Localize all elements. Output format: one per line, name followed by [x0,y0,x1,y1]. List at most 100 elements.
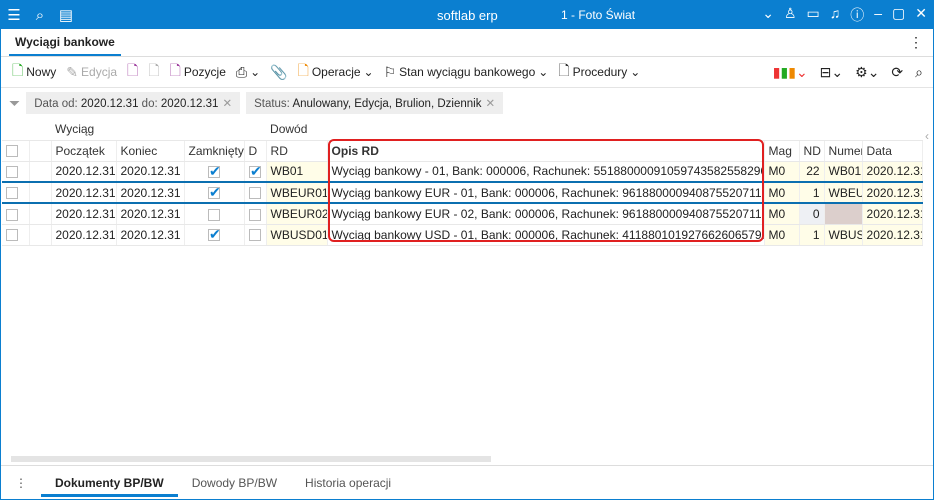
chart-icon[interactable]: ▮▮▮⌄ [773,64,808,81]
row-checkbox[interactable] [6,187,18,200]
remove-filter-icon[interactable]: ✕ [485,98,495,110]
date-label: Data [34,98,59,110]
date-from: 2020.12.31 [80,98,139,110]
date-to: 2020.12.31 [160,98,219,110]
table-row[interactable]: 2020.12.31 2020.12.31 WB01 Wyciąg bankow… [2,161,923,183]
filter-chip-status[interactable]: Status: Anulowany, Edycja, Brulion, Dzie… [246,92,504,114]
remove-filter-icon[interactable]: ✕ [222,98,232,110]
search-filter-icon[interactable]: ⌕ [915,64,923,81]
filter-bar: ⏷ Data od: 2020.12.31 do: 2020.12.31 ✕ St… [1,88,933,118]
print-button[interactable]: ⎙ ⌄ [233,64,263,81]
edit-icon: ✎ [66,63,79,80]
positions-icon: 🗋 [169,62,181,78]
col-data[interactable]: Data [862,140,923,162]
horizontal-scrollbar[interactable] [11,456,491,462]
search-icon[interactable]: ⌕ [27,7,53,24]
bank-statements-table: Wyciąg Dowód Początek Koniec Zamknięty D … [2,119,923,246]
status-button[interactable]: ⚐ Stan wyciągu bankowego ⌄ [381,64,552,81]
cell-nd: 22 [799,161,825,183]
info-button[interactable]: 🗋 [124,60,141,84]
d-checkbox[interactable] [249,187,262,200]
col-rd[interactable]: RD [266,140,328,162]
col-nd[interactable]: ND [799,140,825,162]
col-koniec[interactable]: Koniec [116,140,185,162]
new-button[interactable]: 🗋 Nowy [9,60,59,84]
row-checkbox[interactable] [6,166,18,179]
delete-button[interactable]: 🗋 [145,60,162,84]
edit-button[interactable]: ✎ Edycja [63,64,120,81]
news-icon[interactable]: ▤ [53,6,79,24]
table-row[interactable]: 2020.12.31 2020.12.31 WBEUR01 Wyciąg ban… [2,181,923,204]
closed-checkbox[interactable] [208,184,221,201]
d-checkbox[interactable] [249,229,262,242]
cell-number: WBUSD [824,224,863,246]
col-poczatek[interactable]: Początek [51,140,117,162]
document-info-icon: 🗋 [127,62,139,78]
cell-mag: M0 [764,224,800,246]
menu-icon[interactable]: ☰ [1,6,27,24]
cell-date: 2020.12.31 [862,181,923,204]
paperclip-icon: 📎 [270,63,288,80]
cell-desc: Wyciąg bankowy EUR - 01, Bank: 000006, R… [327,181,765,204]
col-numer[interactable]: Numer [824,140,863,162]
row-checkbox[interactable] [6,208,18,221]
bottom-tabs: ⋮ Dokumenty BP/BW Dowody BP/BW Historia … [1,469,933,499]
cell-end: 2020.12.31 [116,203,185,225]
group-dowod: Dowód [266,119,923,141]
positions-label: Pozycje [183,65,226,79]
tab-historia[interactable]: Historia operacji [291,469,405,499]
cell-start: 2020.12.31 [51,161,117,183]
cell-end: 2020.12.31 [116,224,185,246]
help-icon[interactable]: ⓘ [850,5,864,25]
closed-checkbox[interactable] [208,208,220,221]
tab-dowody[interactable]: Dowody BP/BW [178,469,291,499]
operations-button[interactable]: 🗋 Operacje ⌄ [295,60,377,84]
close-icon[interactable]: ✕ [915,5,927,25]
user-icon[interactable]: ♙ [784,5,797,25]
new-document-icon: 🗋 [12,62,24,78]
message-icon[interactable]: ▭ [807,5,820,25]
minimize-icon[interactable]: – [874,5,882,25]
chevron-down-icon[interactable]: ⌄ [762,5,774,25]
company-selector[interactable]: 1 - Foto Świat [561,8,635,22]
collapse-panel-icon[interactable]: ‹ [925,129,929,143]
table-row[interactable]: 2020.12.31 2020.12.31 WBEUR02 Wyciąg ban… [2,203,923,225]
cell-end: 2020.12.31 [116,181,185,204]
col-zamkniety[interactable]: Zamknięty [184,140,245,162]
cell-rd: WBUSD01 [266,224,328,246]
tab-wyciagi-bankowe[interactable]: Wyciągi bankowe [9,35,121,56]
cell-rd: WBEUR02 [266,203,328,225]
filter-icon[interactable]: ⏷ [9,95,20,112]
d-checkbox[interactable] [249,208,262,221]
cell-date: 2020.12.31 [862,224,923,246]
procedures-button[interactable]: 🗋 Procedury ⌄ [555,60,643,84]
refresh-icon[interactable]: ⟳ [891,64,903,81]
select-all-checkbox[interactable] [6,145,18,158]
cell-end: 2020.12.31 [116,161,185,183]
bottom-menu-icon[interactable]: ⋮ [1,469,41,499]
table-row[interactable]: 2020.12.31 2020.12.31 WBUSD01 Wyciąg ban… [2,224,923,246]
settings-icon[interactable]: ⚙⌄ [855,64,879,81]
col-d[interactable]: D [244,140,267,162]
tab-dokumenty[interactable]: Dokumenty BP/BW [41,469,178,499]
new-label: Nowy [26,65,57,79]
layout-icon[interactable]: ⊟⌄ [820,64,843,81]
cell-start: 2020.12.31 [51,224,117,246]
cell-start: 2020.12.31 [51,181,117,204]
col-opis-rd[interactable]: Opis RD [327,140,765,162]
bell-icon[interactable]: ♫ [830,5,841,25]
row-checkbox[interactable] [6,229,18,242]
d-checkbox[interactable] [249,163,262,180]
procedures-icon: 🗋 [558,62,570,78]
closed-checkbox[interactable] [208,226,221,243]
operations-icon: 🗋 [297,62,309,78]
attach-button[interactable]: 📎 [267,64,290,81]
filter-chip-date[interactable]: Data od: 2020.12.31 do: 2020.12.31 ✕ [26,92,241,114]
col-mag[interactable]: Mag [764,140,800,162]
positions-button[interactable]: 🗋 Pozycje [167,60,229,84]
closed-checkbox[interactable] [208,163,221,180]
maximize-icon[interactable]: ▢ [892,5,905,25]
more-icon[interactable]: ⋮ [909,34,923,51]
cell-mag: M0 [764,181,800,204]
group-wyciag: Wyciąg [51,119,267,141]
